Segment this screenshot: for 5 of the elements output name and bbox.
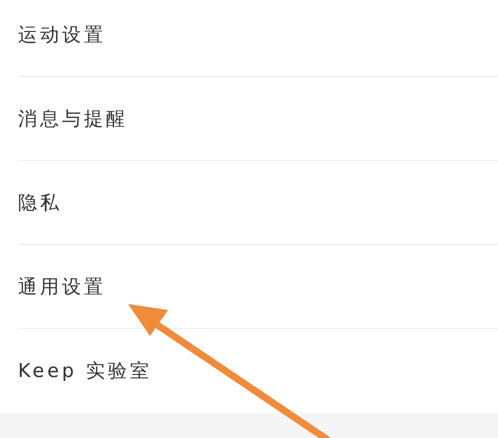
settings-item[interactable]: 隐私 <box>18 190 62 216</box>
settings-item[interactable]: 通用设置 <box>18 274 106 300</box>
settings-item[interactable]: 运动设置 <box>18 22 106 48</box>
settings-item[interactable]: 消息与提醒 <box>18 106 128 132</box>
settings-item[interactable]: Keep 实验室 <box>18 358 152 384</box>
